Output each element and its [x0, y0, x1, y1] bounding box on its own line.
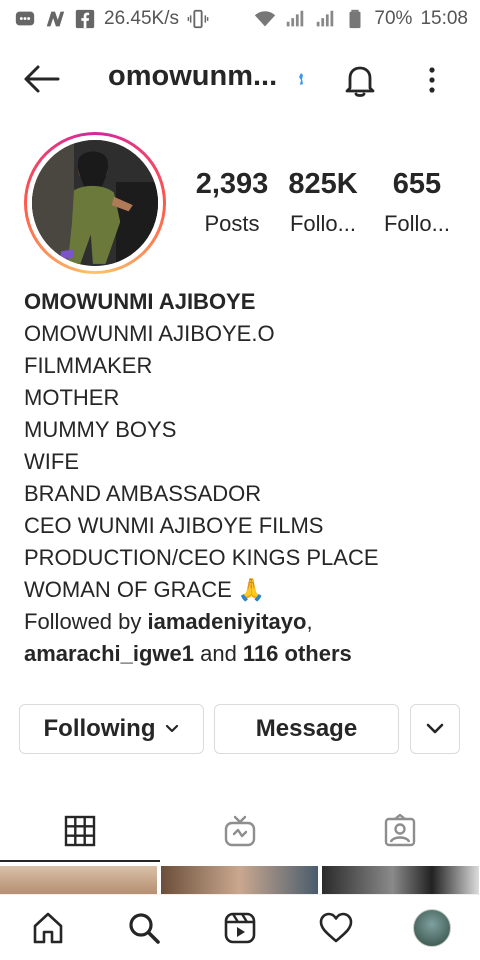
bio-line: WIFE [24, 449, 79, 474]
nav-home[interactable] [0, 910, 96, 946]
followed-by-others-link[interactable]: 116 others [243, 641, 352, 666]
suggested-accounts-button[interactable] [410, 704, 460, 754]
bio-line: MUMMY BOYS [24, 417, 177, 442]
stat-value: 825K [288, 168, 358, 200]
bell-icon [345, 66, 375, 97]
profile-tabs [0, 800, 480, 862]
facebook-icon [74, 8, 96, 30]
following-button[interactable]: Following [19, 704, 204, 754]
chevron-down-icon [426, 723, 444, 734]
followed-by-user-link[interactable]: amarachi_igwe1 [24, 641, 194, 666]
stat-value: 655 [392, 168, 442, 200]
post-thumbnail[interactable] [322, 866, 479, 894]
profile-avatar [413, 908, 451, 947]
profile-header: omowunm... [0, 50, 480, 108]
stat-label: Follo... [289, 211, 357, 236]
tagged-icon [384, 814, 416, 847]
bio-line: FILMMAKER [24, 353, 153, 378]
tab-tagged[interactable] [320, 800, 480, 862]
status-time: 15:08 [420, 8, 468, 29]
posts-grid [0, 866, 480, 894]
more-options-button[interactable] [418, 60, 446, 100]
bio-line: BRAND AMBASSADOR [24, 481, 262, 506]
search-icon [129, 912, 160, 944]
grid-icon [64, 815, 96, 847]
stat-label: Posts [204, 211, 260, 236]
stat-following[interactable]: 655 Follo... [372, 168, 462, 237]
n-app-icon [44, 8, 66, 30]
profile-avatar[interactable] [24, 132, 166, 274]
battery-percent: 70% [374, 8, 413, 29]
bio-line: MOTHER [24, 385, 120, 410]
tab-igtv[interactable] [160, 800, 320, 862]
profile-photo [32, 140, 158, 266]
followed-by-and: and [193, 641, 243, 666]
profile-name: OMOWUNMI AJIBOYE [24, 289, 256, 314]
followed-by-user-link[interactable]: iamadeniyitayo [148, 609, 307, 634]
message-notification-icon [14, 8, 36, 30]
bio-line: CEO WUNMI AJIBOYE FILMS [24, 513, 324, 538]
following-label: Following [43, 715, 156, 742]
stat-posts[interactable]: 2,393 Posts [186, 168, 278, 237]
chevron-down-icon [166, 724, 179, 733]
followed-by-separator: , [306, 609, 313, 634]
vibrate-icon [187, 8, 209, 30]
profile-bio: OMOWUNMI AJIBOYE OMOWUNMI AJIBOYE.O FILM… [24, 286, 464, 670]
igtv-icon [224, 815, 256, 847]
bottom-navigation [0, 894, 480, 960]
network-speed: 26.45K/s [104, 8, 179, 29]
nav-profile[interactable] [384, 908, 480, 947]
nav-activity[interactable] [288, 910, 384, 946]
back-arrow-icon [24, 65, 60, 93]
stat-value: 2,393 [195, 168, 269, 200]
signal-2-icon [314, 8, 336, 30]
nav-reels[interactable] [192, 910, 288, 946]
verified-badge-icon [299, 73, 303, 85]
stat-followers[interactable]: 825K Follo... [278, 168, 368, 237]
home-icon [33, 912, 63, 943]
bio-line: OMOWUNMI AJIBOYE.O [24, 321, 275, 346]
back-button[interactable] [22, 62, 62, 96]
post-thumbnail[interactable] [0, 866, 157, 894]
wifi-icon [254, 8, 276, 30]
profile-username: omowunm... [108, 60, 278, 92]
stat-label: Follo... [383, 211, 451, 236]
followed-by-line-1: Followed by iamadeniyitayo, [24, 606, 464, 638]
post-thumbnail[interactable] [161, 866, 318, 894]
heart-icon [319, 912, 353, 942]
followed-by-line-2: amarachi_igwe1 and 116 others [24, 638, 464, 670]
nav-search[interactable] [96, 910, 192, 946]
message-label: Message [255, 715, 358, 742]
bio-line: PRODUCTION/CEO KINGS PLACE [24, 545, 379, 570]
profile-stats: 2,393 Posts 825K Follo... 655 Follo... [186, 168, 466, 237]
tab-posts-grid[interactable] [0, 800, 160, 862]
bio-line: WOMAN OF GRACE 🙏 [24, 577, 266, 602]
notifications-button[interactable] [340, 60, 380, 100]
reels-icon [224, 912, 256, 943]
more-vertical-icon [429, 67, 435, 93]
status-bar: 26.45K/s 70% 15:08 [0, 0, 480, 38]
battery-icon [344, 8, 366, 30]
message-button[interactable]: Message [214, 704, 399, 754]
followed-by-prefix: Followed by [24, 609, 148, 634]
signal-icon [284, 8, 306, 30]
